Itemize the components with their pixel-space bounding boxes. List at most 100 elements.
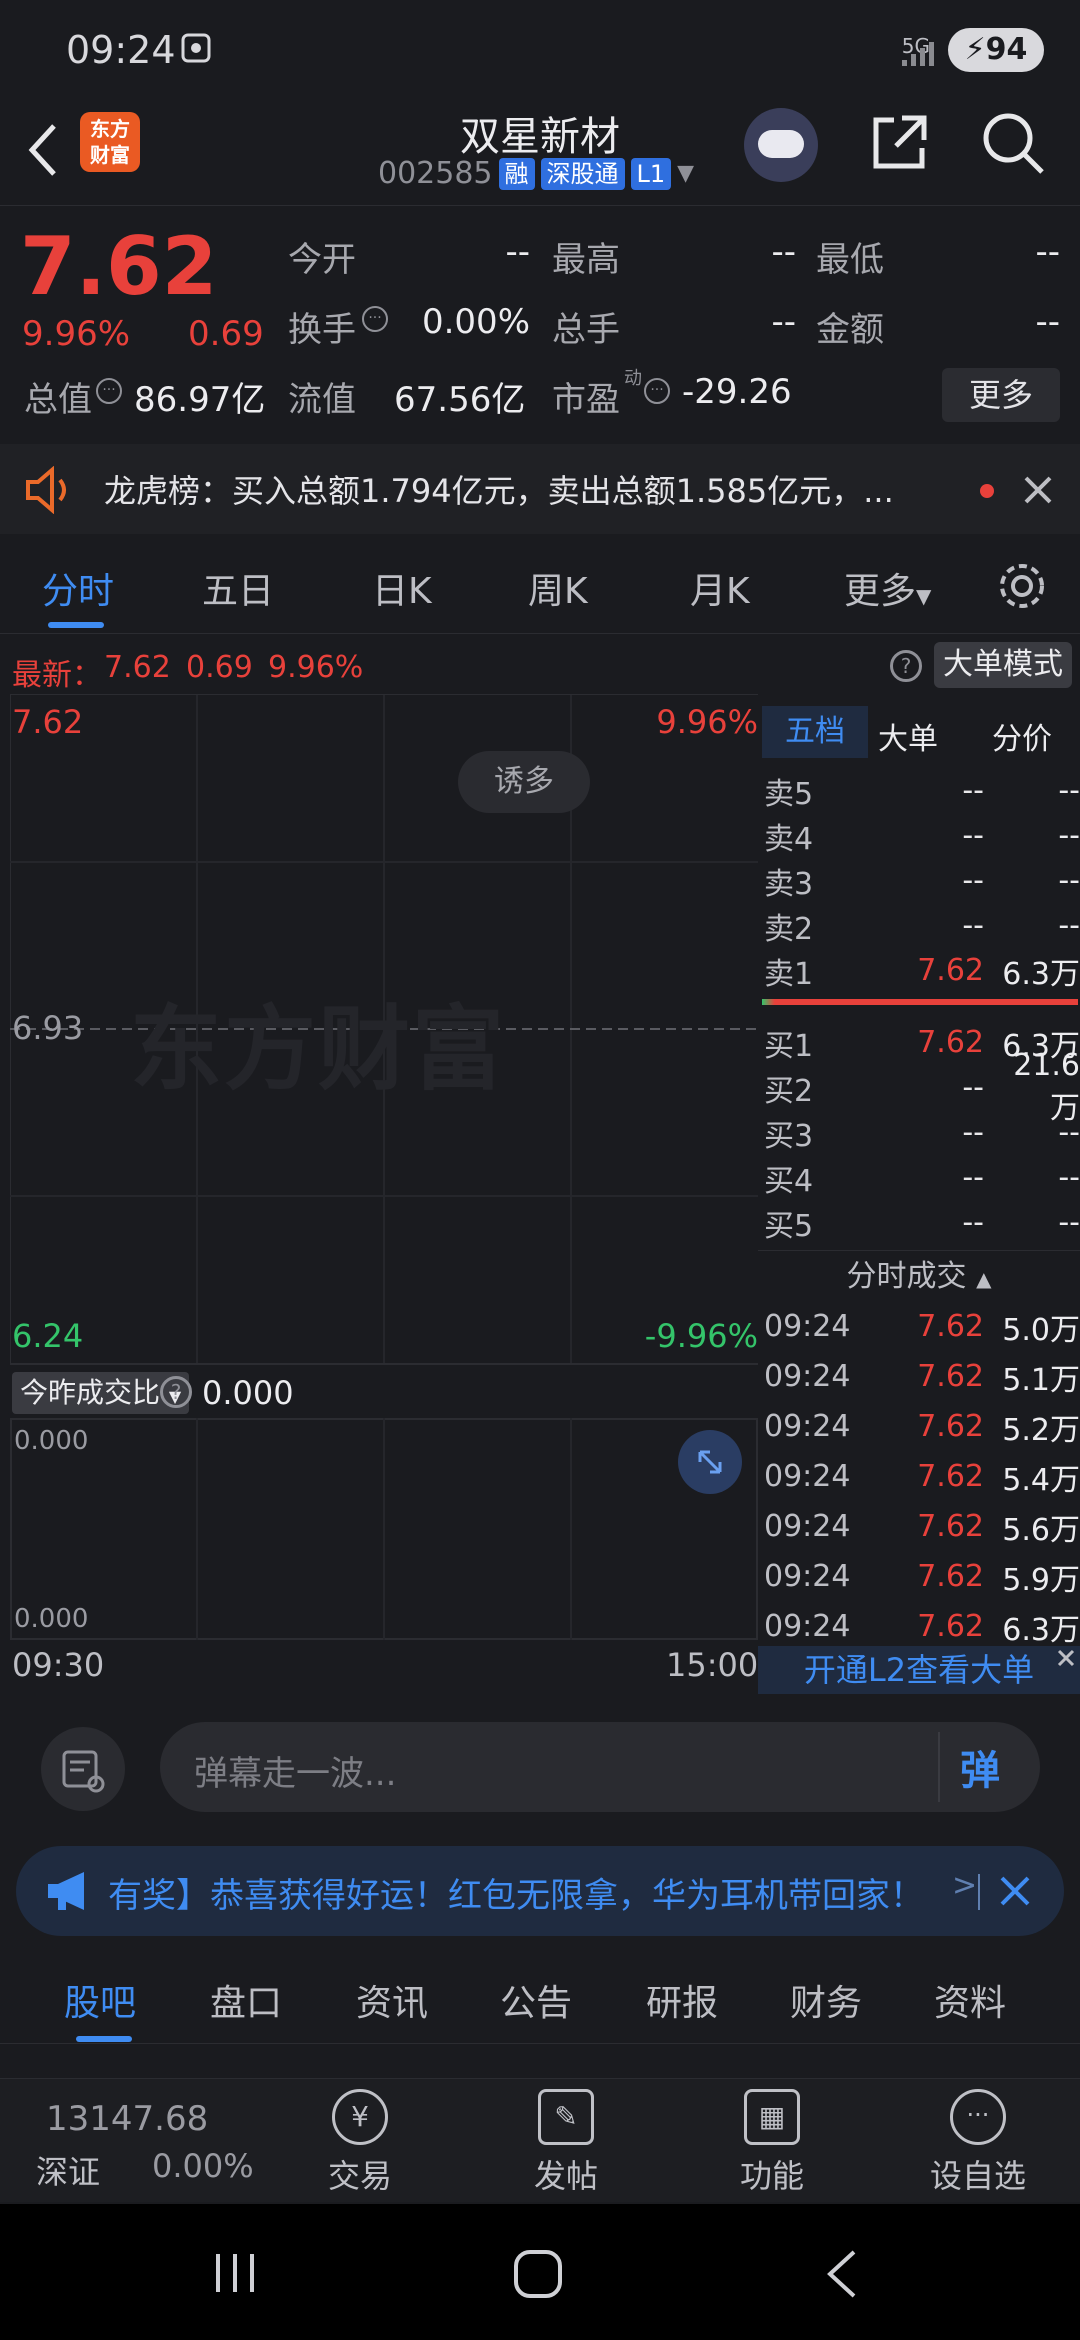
buy-row[interactable]: 买5 -- --: [764, 1200, 1080, 1245]
sell-row[interactable]: 卖3 -- --: [764, 858, 1080, 903]
volume-header: 今昨成交比 ▼ ? 0.000: [10, 1366, 758, 1418]
index-widget[interactable]: 13147.68 深证 0.00%: [20, 2089, 260, 2193]
screen-record-icon: [181, 33, 211, 63]
open-label: 今开: [288, 240, 356, 280]
tick-volume: 6.3万: [1002, 1612, 1080, 1648]
stock-code-line[interactable]: 002585 融 深股通 L1 ▼: [378, 156, 694, 191]
book-tab-big-orders[interactable]: 大单: [878, 714, 938, 758]
sell-row[interactable]: 卖4 -- --: [764, 813, 1080, 858]
volume-chart[interactable]: 0.000 0.000: [10, 1418, 758, 1640]
sell-volume: --: [1058, 818, 1080, 853]
active-tab-indicator: [76, 2036, 132, 2042]
back-nav-icon[interactable]: [822, 2248, 862, 2300]
promo-banner[interactable]: 有奖】恭喜获得好运！红包无限拿，华为耳机带回家！ >: [16, 1846, 1064, 1936]
tab-handicap[interactable]: 盘口: [210, 1974, 282, 2026]
caret-down-icon: ▼: [916, 584, 932, 608]
tab-forum[interactable]: 股吧: [64, 1974, 136, 2026]
latest-label: 最新：: [12, 658, 102, 693]
sell-row[interactable]: 卖2 -- --: [764, 903, 1080, 948]
pe-value: -29.26: [682, 372, 792, 412]
sell-row[interactable]: 卖5 -- --: [764, 768, 1080, 813]
l2-upgrade-banner[interactable]: 开通L2查看大单: [758, 1646, 1080, 1694]
ticks-header-label: 分时成交: [846, 1259, 967, 1294]
tab-announcements[interactable]: 公告: [500, 1974, 572, 2026]
share-icon[interactable]: [868, 112, 930, 174]
sell-price: --: [962, 818, 984, 853]
market-cap-info-icon[interactable]: ···: [96, 378, 122, 404]
buy-row[interactable]: 买4 -- --: [764, 1155, 1080, 1200]
ticks-header[interactable]: 分时成交 ▲: [758, 1252, 1080, 1304]
tab-intraday[interactable]: 分时: [42, 562, 114, 614]
tick-row: 09:24 7.62 5.1万: [764, 1354, 1080, 1399]
close-icon[interactable]: [1022, 474, 1054, 506]
dragon-tiger-banner[interactable]: 龙虎榜：买入总额1.794亿元，卖出总额1.585亿元，...: [0, 444, 1080, 534]
more-button[interactable]: 更多: [942, 368, 1060, 422]
tab-finance[interactable]: 财务: [790, 1974, 862, 2026]
sell-price: --: [962, 908, 984, 943]
volume-bottom-label: 0.000: [14, 1604, 89, 1634]
home-icon[interactable]: [512, 2248, 564, 2300]
help-icon[interactable]: ?: [890, 650, 922, 682]
amount-label: 金额: [816, 310, 884, 350]
help-icon[interactable]: ?: [160, 1376, 192, 1408]
tick-time: 09:24: [764, 1509, 851, 1544]
sell-label: 卖1: [764, 956, 814, 992]
unread-dot: [980, 484, 994, 498]
buy-row[interactable]: 买3 -- --: [764, 1110, 1080, 1155]
nav-trade[interactable]: ¥ 交易: [290, 2089, 430, 2197]
tab-more[interactable]: 更多▼: [844, 562, 931, 614]
buy-price: 7.62: [917, 1025, 984, 1060]
tick-price: 7.62: [917, 1359, 984, 1394]
danmu-send-button[interactable]: 弹: [960, 1738, 1000, 1796]
danmu-input[interactable]: 弹幕走一波... 弹: [160, 1722, 1040, 1812]
comment-settings-icon[interactable]: [40, 1726, 126, 1812]
book-tab-price-distribution[interactable]: 分价: [992, 714, 1052, 758]
battery-indicator: ⚡94: [948, 28, 1044, 72]
tab-more-label: 更多: [844, 571, 917, 612]
close-icon[interactable]: [1054, 1646, 1078, 1670]
info-tabs: 股吧 盘口 资讯 公告 研报 财务 资料: [0, 1952, 1080, 2044]
tab-profile[interactable]: 资料: [934, 1974, 1006, 2026]
top-pct-label: 9.96%: [656, 703, 758, 741]
promo-divider: [978, 1874, 980, 1910]
tick-row: 09:24 7.62 5.0万: [764, 1304, 1080, 1349]
tick-time: 09:24: [764, 1559, 851, 1594]
turnover-info-icon[interactable]: ···: [362, 306, 388, 332]
promo-text: 有奖】恭喜获得好运！红包无限拿，华为耳机带回家！: [108, 1876, 924, 1916]
robot-avatar-icon[interactable]: [744, 108, 818, 182]
trade-icon: ¥: [332, 2089, 388, 2145]
tick-row: 09:24 7.62 5.6万: [764, 1504, 1080, 1549]
sell-volume: --: [1058, 863, 1080, 898]
gear-icon[interactable]: [996, 560, 1048, 612]
close-icon[interactable]: [996, 1872, 1034, 1910]
tab-research[interactable]: 研报: [646, 1974, 718, 2026]
tab-weekly-k[interactable]: 周K: [528, 562, 588, 614]
intraday-chart[interactable]: 东方财富 诱多 7.62 9.96% 6.93 6.24 -9.96%: [10, 694, 758, 1365]
expand-icon[interactable]: [678, 1430, 742, 1494]
sentiment-badge[interactable]: 诱多: [458, 751, 590, 813]
tab-five-day[interactable]: 五日: [202, 562, 274, 614]
nav-post[interactable]: ✎ 发帖: [496, 2089, 636, 2197]
stock-code: 002585: [378, 156, 493, 191]
turnover-value: 0.00%: [421, 302, 530, 342]
buy-volume: --: [1058, 1205, 1080, 1240]
big-order-mode-button[interactable]: 大单模式: [934, 642, 1072, 688]
recent-apps-icon[interactable]: [210, 2250, 260, 2296]
market-cap-value: 86.97亿: [134, 380, 266, 420]
tab-monthly-k[interactable]: 月K: [690, 562, 750, 614]
book-tab-five-levels[interactable]: 五档: [762, 706, 868, 758]
tick-volume: 5.9万: [1002, 1562, 1080, 1598]
buy-row[interactable]: 买2 -- 21.6万: [764, 1048, 1080, 1126]
sell-row[interactable]: 卖1 7.62 6.3万: [764, 948, 1080, 993]
search-icon[interactable]: [980, 110, 1046, 176]
nav-add-watchlist[interactable]: ··· 设自选: [908, 2089, 1048, 2197]
pe-info-icon[interactable]: ···: [644, 378, 670, 404]
tab-daily-k[interactable]: 日K: [372, 562, 432, 614]
tag-margin: 融: [498, 157, 535, 190]
tick-time: 09:24: [764, 1409, 851, 1444]
nav-functions[interactable]: ▦ 功能: [702, 2089, 842, 2197]
tab-news[interactable]: 资讯: [356, 1974, 428, 2026]
quote-panel: 7.62 9.96% 0.69 今开 -- 最高 -- 最低 -- 换手 ···…: [0, 206, 1080, 438]
active-tab-indicator: [48, 622, 104, 628]
current-price: 7.62: [20, 220, 218, 313]
